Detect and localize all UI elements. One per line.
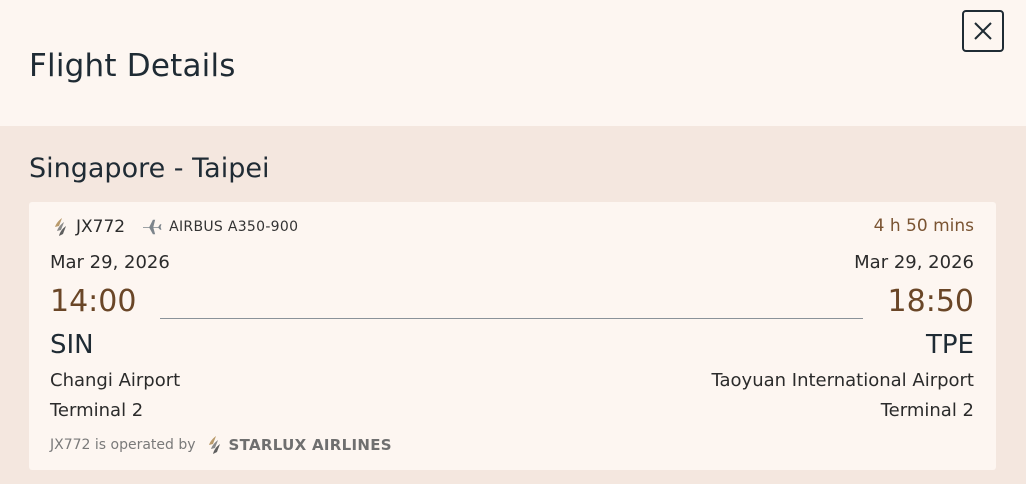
flight-info-line: JX772 AIRBUS A350-900 [50, 216, 298, 238]
close-button[interactable] [962, 10, 1004, 52]
departure-airport-code: SIN [50, 330, 94, 360]
starlux-logo-icon [50, 216, 72, 238]
flight-segment-section: Singapore - Taipei JX772 AIRBUS A350-900… [0, 126, 1026, 484]
arrival-date: Mar 29, 2026 [854, 252, 974, 273]
departure-terminal: Terminal 2 [50, 400, 144, 421]
route-divider-line [160, 318, 863, 319]
starlux-logo-icon [204, 434, 226, 456]
operator-airline-name: STARLUX AIRLINES [228, 436, 392, 454]
flight-card: JX772 AIRBUS A350-900 4 h 50 mins Mar 29… [29, 202, 996, 470]
operated-by-text: JX772 is operated by [50, 437, 196, 453]
close-icon [971, 19, 995, 43]
header: Flight Details [0, 0, 1026, 126]
departure-airport-name: Changi Airport [50, 370, 181, 391]
arrival-airport-code: TPE [926, 330, 974, 360]
flight-duration: 4 h 50 mins [873, 216, 974, 236]
arrival-airport-name: Taoyuan International Airport [711, 370, 975, 391]
arrival-time: 18:50 [887, 284, 974, 319]
departure-date: Mar 29, 2026 [50, 252, 170, 273]
flight-number: JX772 [76, 217, 126, 237]
operated-by-line: JX772 is operated by STARLUX AIRLINES [50, 434, 392, 456]
page-title: Flight Details [29, 48, 236, 84]
departure-time: 14:00 [50, 284, 137, 319]
plane-icon [141, 218, 163, 236]
aircraft-type: AIRBUS A350-900 [169, 219, 299, 235]
route-title: Singapore - Taipei [29, 153, 270, 184]
arrival-terminal: Terminal 2 [880, 400, 974, 421]
